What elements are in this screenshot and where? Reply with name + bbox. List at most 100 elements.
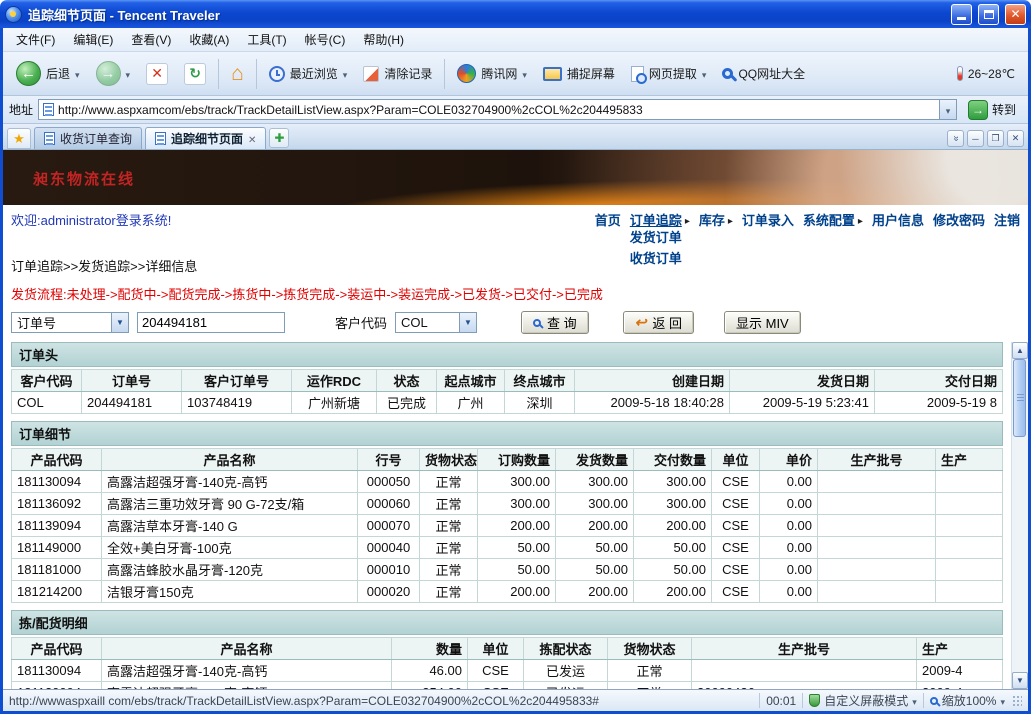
- tab-minimize-button[interactable]: [967, 130, 984, 147]
- clear-history-button[interactable]: 清除记录: [356, 61, 439, 86]
- table-cell: 000040: [358, 537, 420, 559]
- select-arrow-icon: [459, 313, 476, 332]
- tab-receive-order-query[interactable]: 收货订单查询: [34, 127, 142, 149]
- table-cell: 高露洁超强牙膏-140克-高钙: [102, 660, 392, 682]
- tencent-site-button[interactable]: 腾讯网: [450, 60, 534, 87]
- table-cell: 50.00: [634, 559, 712, 581]
- nav-order-tracking[interactable]: 订单追踪 发货订单 收货订单: [630, 210, 690, 229]
- block-mode-dropdown-icon[interactable]: [912, 694, 917, 708]
- submenu-item-shipping-orders[interactable]: 发货订单: [630, 227, 682, 246]
- new-tab-button[interactable]: [269, 128, 289, 148]
- menu-favorites[interactable]: 收藏(A): [180, 28, 238, 51]
- block-mode-button[interactable]: 自定义屏蔽模式: [809, 692, 917, 709]
- table-row: 181214200洁银牙膏150克000020正常200.00200.00200…: [12, 581, 1003, 603]
- search-button[interactable]: 查 询: [521, 311, 589, 334]
- nav-order-entry[interactable]: 订单录入: [742, 210, 794, 229]
- minimize-button[interactable]: [951, 4, 972, 25]
- page-icon: [43, 103, 54, 116]
- go-button[interactable]: 转到: [962, 98, 1022, 122]
- nav-user-info[interactable]: 用户信息: [872, 210, 924, 229]
- menu-account[interactable]: 帐号(C): [296, 28, 355, 51]
- menu-tools[interactable]: 工具(T): [238, 28, 295, 51]
- menu-view[interactable]: 查看(V): [122, 28, 180, 51]
- stop-button[interactable]: [139, 59, 175, 89]
- resize-grip[interactable]: [1013, 696, 1022, 706]
- vertical-scrollbar[interactable]: [1011, 342, 1028, 689]
- nav-logout[interactable]: 注销: [994, 210, 1020, 229]
- table-cell: 50.00: [478, 559, 556, 581]
- submenu-item-receiving-orders[interactable]: 收货订单: [630, 248, 682, 267]
- extract-dropdown-icon[interactable]: [702, 67, 707, 81]
- favorites-button[interactable]: [7, 128, 31, 149]
- tab-restore-button[interactable]: [987, 130, 1004, 147]
- menu-help[interactable]: 帮助(H): [354, 28, 413, 51]
- menu-edit[interactable]: 编辑(E): [64, 28, 122, 51]
- customer-code-select[interactable]: COL: [395, 312, 477, 333]
- recent-history-button[interactable]: 最近浏览: [262, 61, 355, 86]
- weather-widget[interactable]: 26~28℃: [950, 62, 1022, 85]
- toolbar-separator: [444, 59, 445, 89]
- scroll-down-button[interactable]: [1012, 672, 1028, 689]
- tab-strip-close-button[interactable]: [1007, 130, 1024, 147]
- order-field-select[interactable]: 订单号: [11, 312, 129, 333]
- home-icon: [231, 63, 244, 84]
- page-extract-button[interactable]: 网页提取: [624, 61, 714, 86]
- submenu-arrow-icon: [728, 212, 733, 227]
- forward-dropdown-icon[interactable]: [126, 67, 131, 81]
- tab-list-button[interactable]: [947, 130, 964, 147]
- nav-home[interactable]: 首页: [595, 210, 621, 229]
- address-url[interactable]: http://www.aspxamcom/ebs/track/TrackDeta…: [54, 103, 939, 117]
- nav-change-password[interactable]: 修改密码: [933, 210, 985, 229]
- table-cell: 204494181: [82, 392, 182, 414]
- zoom-dropdown-icon[interactable]: [1000, 694, 1005, 708]
- section-pick-detail: 拣/配货明细: [11, 610, 1003, 635]
- tab-close-icon[interactable]: [248, 132, 256, 146]
- nav-system-config[interactable]: 系统配置: [803, 210, 863, 229]
- menu-file[interactable]: 文件(F): [7, 28, 64, 51]
- scrollbar-thumb[interactable]: [1013, 359, 1026, 437]
- capture-screen-button[interactable]: 捕捉屏幕: [536, 61, 622, 86]
- home-button[interactable]: [224, 59, 251, 88]
- tab-track-detail[interactable]: 追踪细节页面: [145, 127, 266, 149]
- table-cell: 000020: [358, 581, 420, 603]
- column-header: 交付日期: [875, 370, 1003, 392]
- return-button[interactable]: 返 回: [623, 311, 694, 334]
- qq-sites-button[interactable]: QQ网址大全: [715, 61, 812, 86]
- table-cell: 200.00: [634, 515, 712, 537]
- forward-button[interactable]: [89, 57, 138, 90]
- table-row: 181130094高露洁超强牙膏-140克-高钙000050正常300.0030…: [12, 471, 1003, 493]
- address-field[interactable]: http://www.aspxamcom/ebs/track/TrackDeta…: [38, 99, 957, 120]
- table-cell: 高露洁蜂胶水晶牙膏-120克: [102, 559, 358, 581]
- app-icon: [5, 6, 22, 23]
- back-dropdown-icon[interactable]: [75, 67, 80, 81]
- zoom-control[interactable]: 缩放100%: [930, 692, 1005, 709]
- table-cell: [936, 559, 1003, 581]
- table-row: 181136092高露洁三重功效牙膏 90 G-72支/箱000060正常300…: [12, 493, 1003, 515]
- scrollbar-track[interactable]: [1012, 359, 1028, 672]
- back-button[interactable]: 后退: [9, 57, 87, 90]
- refresh-button[interactable]: [177, 59, 213, 89]
- address-dropdown-button[interactable]: [939, 100, 956, 119]
- table-cell: 300.00: [556, 493, 634, 515]
- table-cell: [818, 493, 936, 515]
- table-cell: 已发运: [524, 682, 608, 690]
- close-button[interactable]: [1005, 4, 1026, 25]
- nav-inventory[interactable]: 库存: [699, 210, 733, 229]
- window-frame: 文件(F) 编辑(E) 查看(V) 收藏(A) 工具(T) 帐号(C) 帮助(H…: [0, 28, 1031, 714]
- recent-dropdown-icon[interactable]: [343, 67, 348, 81]
- tencent-dropdown-icon[interactable]: [522, 67, 527, 81]
- column-header: 单价: [760, 449, 818, 471]
- scroll-up-button[interactable]: [1012, 342, 1028, 359]
- order-number-input[interactable]: [137, 312, 285, 333]
- table-cell: 2009-5-18 18:40:28: [575, 392, 730, 414]
- table-cell: 正常: [420, 537, 478, 559]
- show-miv-button[interactable]: 显示 MIV: [724, 311, 801, 334]
- table-cell: CSE: [712, 537, 760, 559]
- query-form: 订单号 客户代码 COL 查 询 返 回 显示 MIV: [11, 311, 1028, 334]
- column-header: 单位: [712, 449, 760, 471]
- clean-icon: [363, 66, 379, 82]
- table-cell: 181136092: [12, 493, 102, 515]
- page-extract-icon: [631, 66, 644, 82]
- maximize-button[interactable]: [978, 4, 999, 25]
- table-cell: 300.00: [634, 493, 712, 515]
